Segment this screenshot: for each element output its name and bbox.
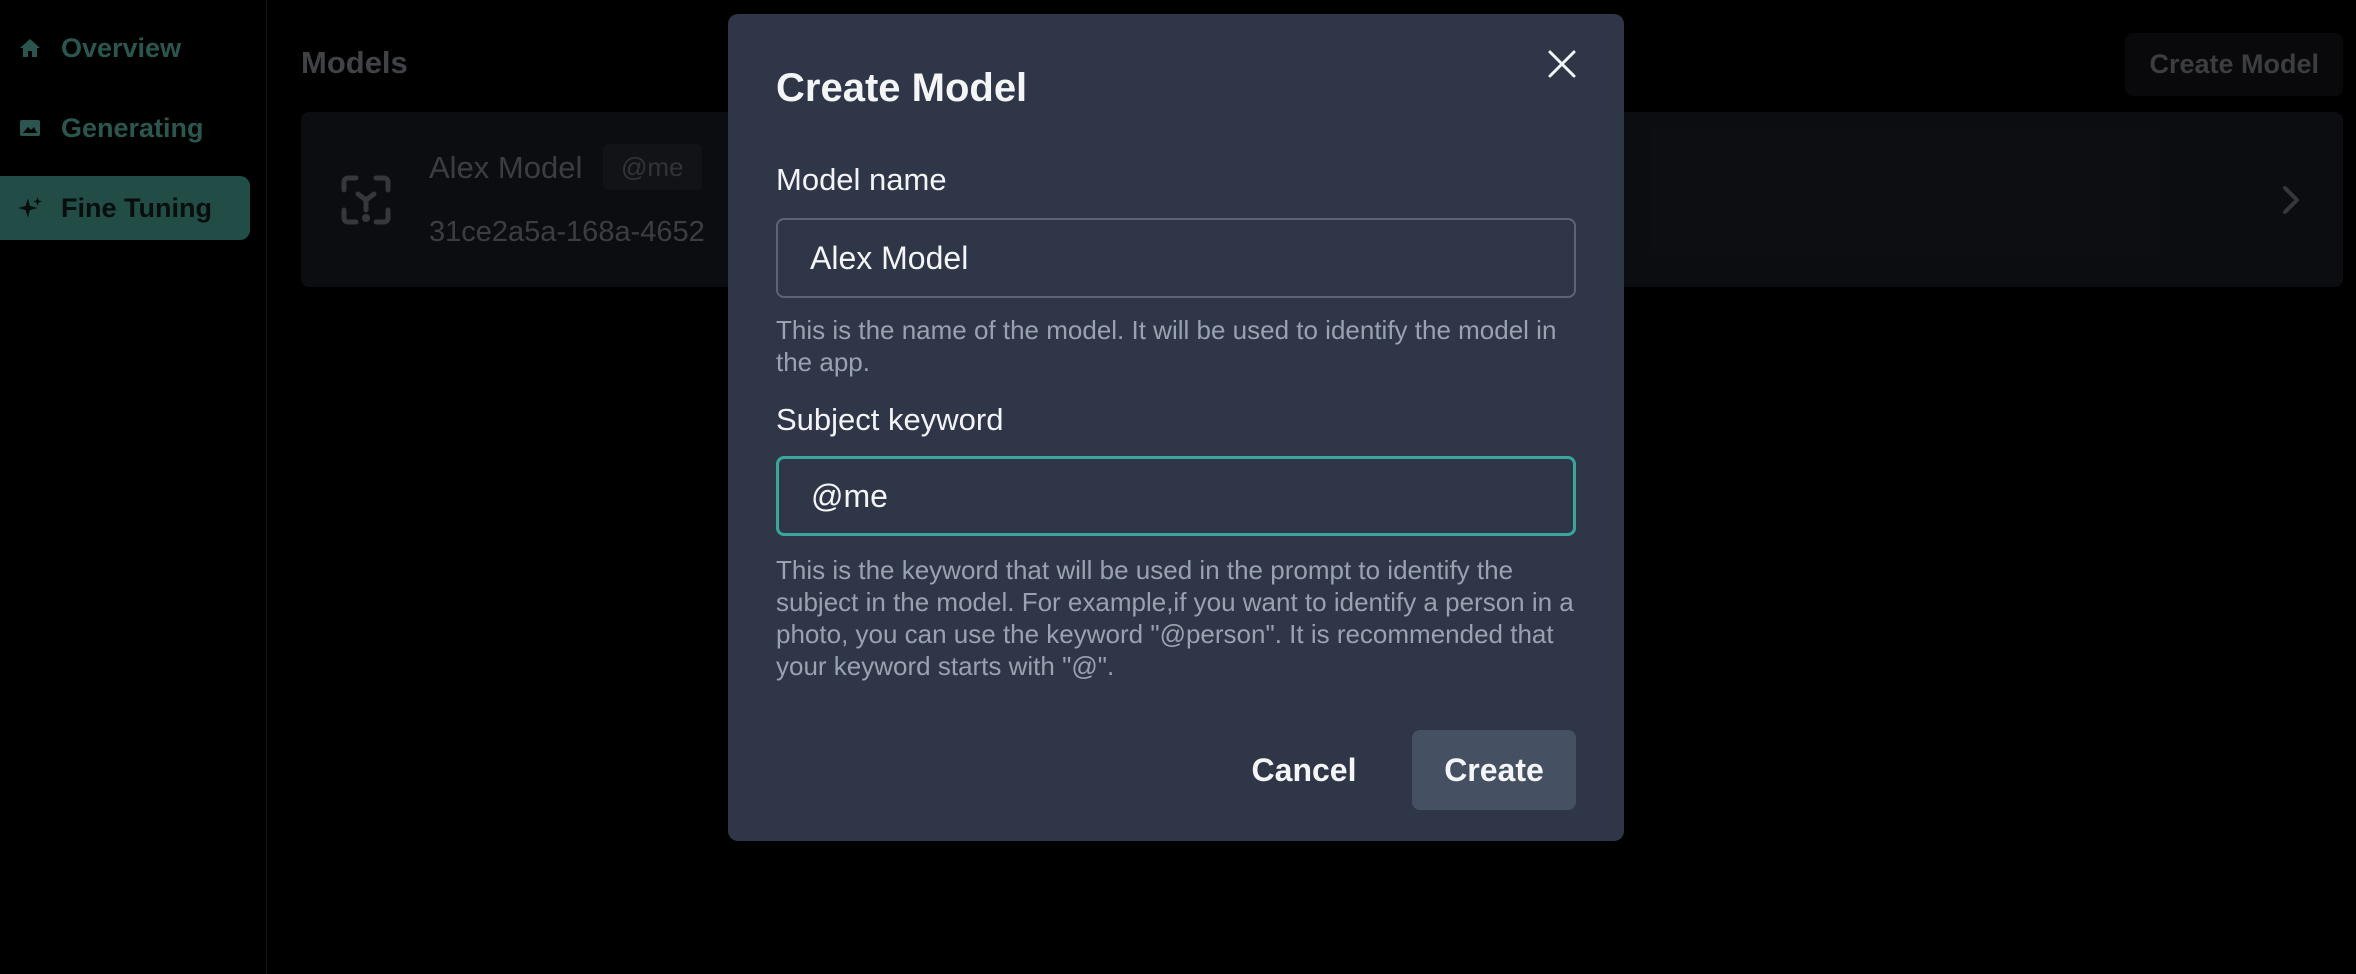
create-model-dialog: Create Model Model name This is the name…: [728, 14, 1624, 841]
model-name-input[interactable]: [776, 218, 1576, 298]
model-name-label: Model name: [776, 162, 947, 197]
subject-keyword-label: Subject keyword: [776, 402, 1004, 437]
create-button[interactable]: Create: [1412, 730, 1576, 810]
cancel-button[interactable]: Cancel: [1234, 730, 1374, 810]
subject-keyword-help: This is the keyword that will be used in…: [776, 555, 1574, 681]
model-name-help: This is the name of the model. It will b…: [776, 315, 1557, 377]
dialog-title: Create Model: [776, 66, 1028, 110]
subject-keyword-input[interactable]: [776, 456, 1576, 536]
close-icon: [1547, 49, 1577, 84]
close-button[interactable]: [1540, 44, 1584, 88]
